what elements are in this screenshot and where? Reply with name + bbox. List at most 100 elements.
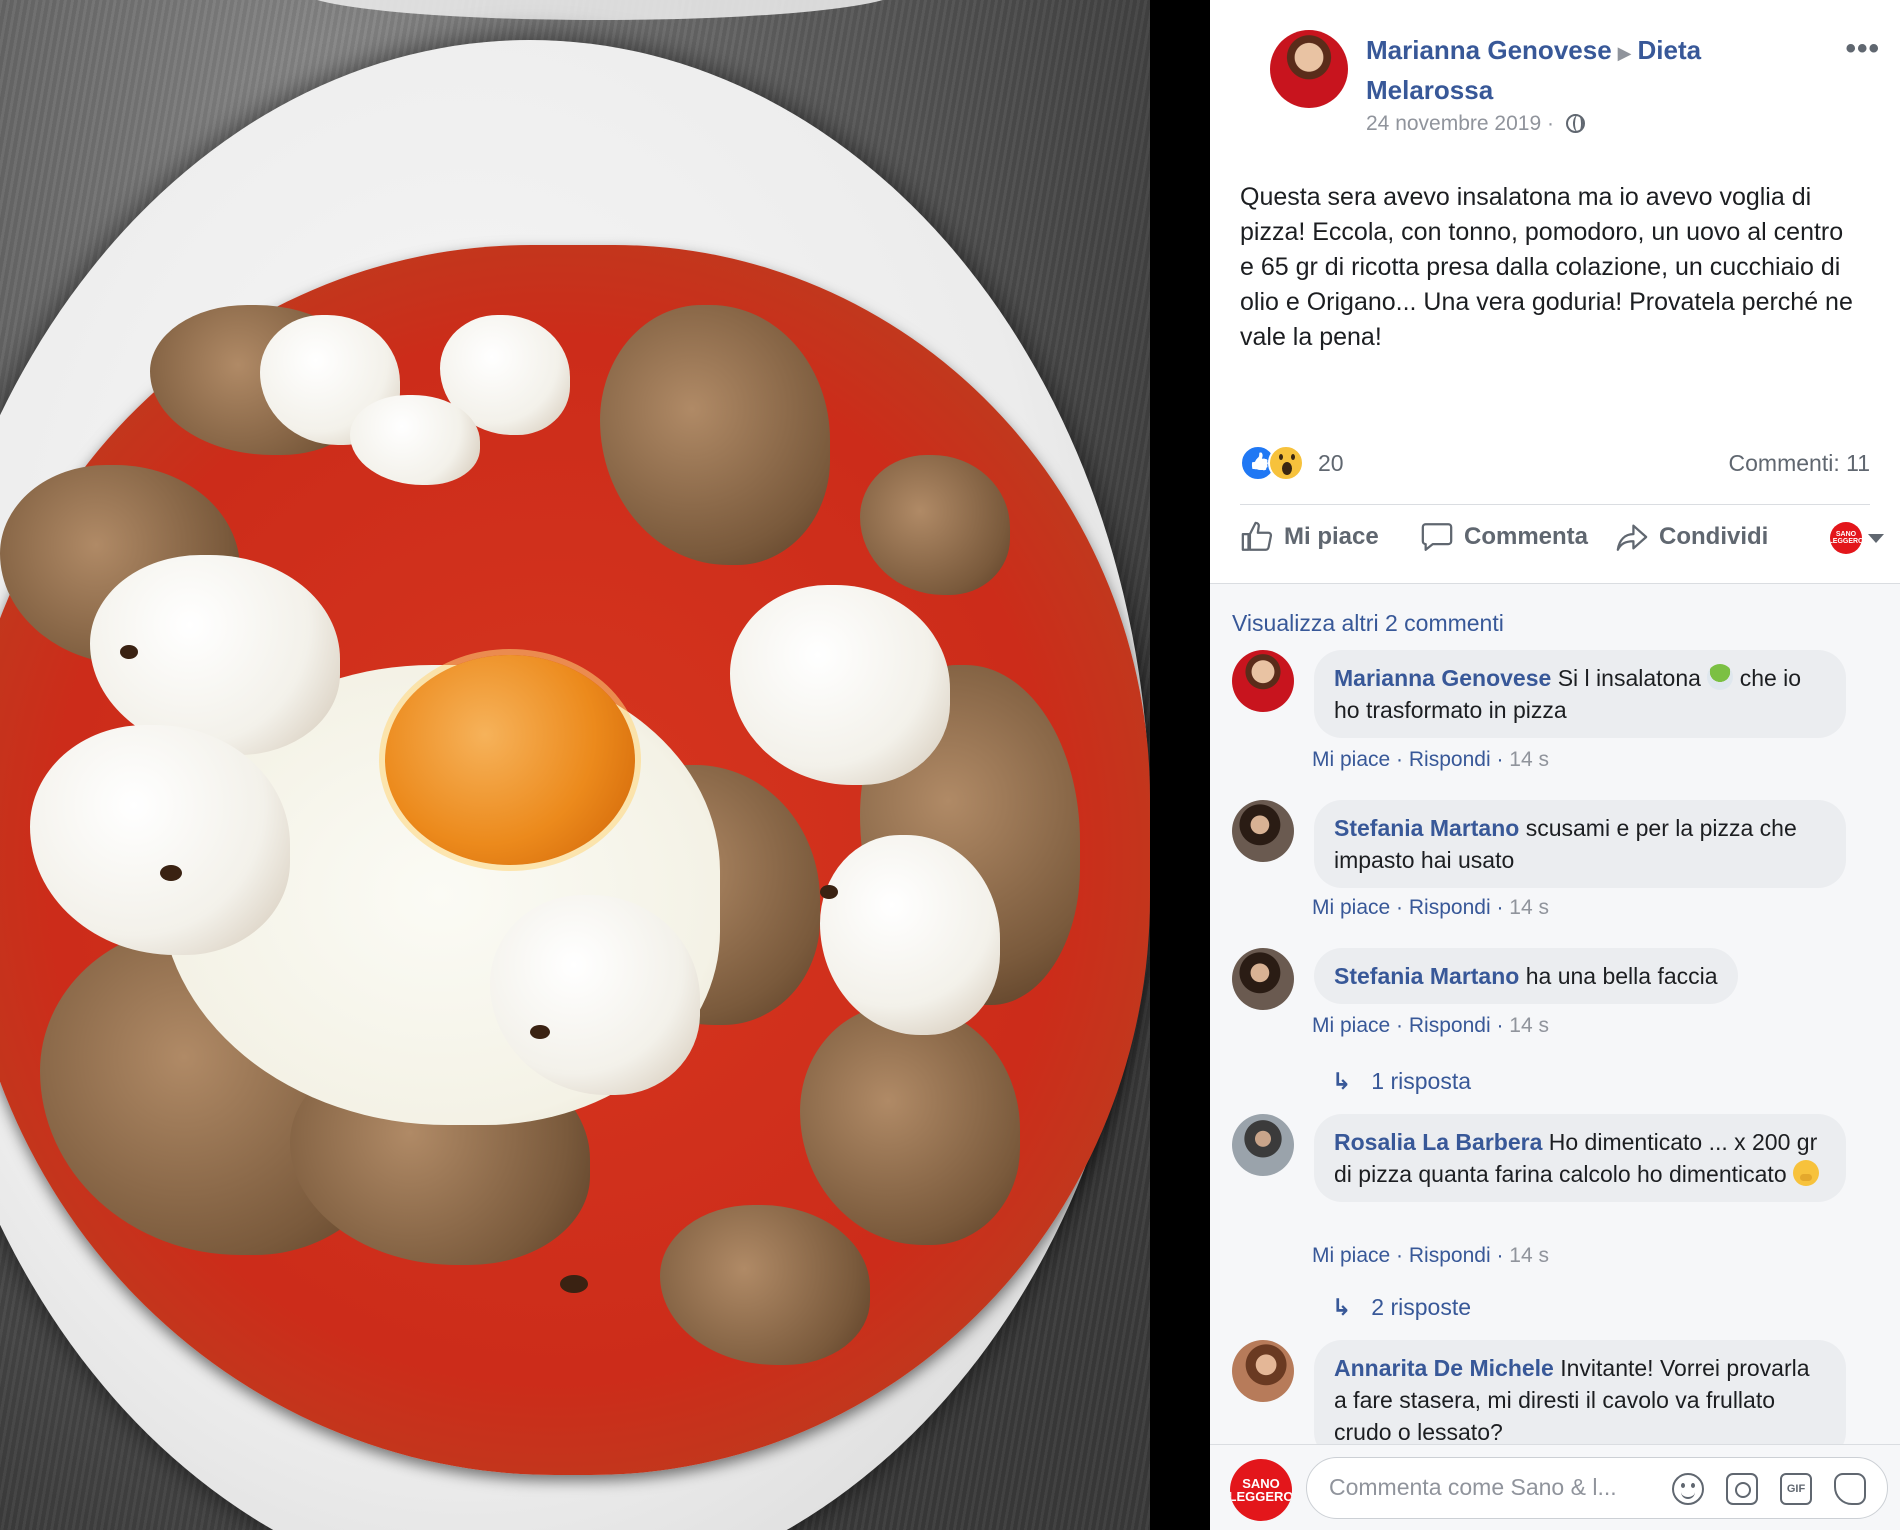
share-button[interactable]: Condividi (1615, 520, 1768, 554)
post-panel: Marianna Genovese ▶ Dieta Melarossa 24 nov… (1210, 0, 1900, 1530)
view-more-comments-link[interactable]: Visualizza altri 2 commenti (1232, 610, 1504, 637)
chevron-down-icon (1868, 533, 1884, 543)
comment-meta-separator: · (1396, 896, 1404, 919)
comment-time[interactable]: 14 s (1509, 748, 1549, 771)
comment-meta: Mi piace · Rispondi · 14 s (1312, 748, 1549, 772)
comments-section: Visualizza altri 2 commenti Marianna Gen… (1210, 584, 1900, 1444)
reactions-bar[interactable]: 20 Commenti: 11 (1240, 445, 1870, 485)
tuna-topping (860, 455, 1010, 595)
comment-reply-link[interactable]: Rispondi (1409, 1014, 1491, 1037)
post-header: Marianna Genovese ▶ Dieta Melarossa 24 nov… (1240, 30, 1880, 150)
brand-logo-line2: LEGGERO (1230, 1489, 1292, 1504)
comment-bubble: Stefania Martano ha una bella faccia (1314, 948, 1738, 1004)
post-actions: Mi piace Commenta Condividi SANO LEGGERO (1240, 520, 1884, 570)
more-icon[interactable]: ••• (1845, 32, 1880, 66)
post-author-link[interactable]: Marianna Genovese (1366, 35, 1612, 65)
share-label: Condividi (1659, 523, 1769, 550)
gif-icon[interactable]: GIF (1780, 1473, 1812, 1505)
sticker-icon[interactable] (1834, 1473, 1866, 1505)
comment-bubble: Stefania Martano scusami e per la pizza … (1314, 800, 1846, 888)
post-author-line: Marianna Genovese ▶ Dieta Melarossa (1366, 32, 1786, 109)
brand-logo-line1: SANO (1835, 531, 1857, 538)
comment-label: Commenta (1464, 523, 1589, 550)
brand-avatar: SANO LEGGERO (1830, 522, 1862, 554)
ricotta-topping (820, 835, 1000, 1035)
comment-time[interactable]: 14 s (1509, 1244, 1549, 1267)
salad-emoji-icon (1707, 664, 1734, 690)
triangle-right-icon: ▶ (1617, 43, 1632, 63)
thumbs-up-icon (1241, 521, 1273, 551)
reply-arrow-icon: ↳ (1332, 1294, 1352, 1320)
comment-meta-separator: · (1496, 1014, 1504, 1037)
composer-tools: GIF (1672, 1473, 1866, 1505)
share-arrow-icon (1616, 524, 1648, 551)
egg-yolk (385, 655, 635, 865)
comment-bubble: Marianna Genovese Si l insalatona che io… (1314, 650, 1846, 738)
tuna-topping (800, 1005, 1020, 1245)
burn-mark (160, 865, 182, 881)
comment-like-link[interactable]: Mi piace (1312, 748, 1390, 771)
replies-count: 1 risposta (1371, 1068, 1471, 1094)
comment-like-link[interactable]: Mi piace (1312, 1244, 1390, 1267)
comments-count[interactable]: Commenti: 11 (1729, 450, 1870, 477)
comment-time[interactable]: 14 s (1509, 896, 1549, 919)
comment-like-link[interactable]: Mi piace (1312, 1014, 1390, 1037)
comment-reply-link[interactable]: Rispondi (1409, 1244, 1491, 1267)
comment-meta: Mi piace · Rispondi · 14 s (1312, 1244, 1549, 1268)
like-button[interactable]: Mi piace (1240, 520, 1379, 554)
burn-mark (820, 885, 838, 899)
comment-author[interactable]: Stefania Martano (1334, 963, 1519, 989)
comment-reply-link[interactable]: Rispondi (1409, 748, 1491, 771)
ricotta-topping (30, 725, 290, 955)
tuna-topping (600, 305, 830, 565)
brand-logo-line2: LEGGERO (1830, 538, 1862, 545)
view-replies-link[interactable]: ↳ 1 risposta (1332, 1068, 1471, 1095)
comment-meta-separator: · (1496, 896, 1504, 919)
comment-meta: Mi piace · Rispondi · 14 s (1312, 896, 1549, 920)
comment-meta-separator: · (1496, 748, 1504, 771)
post-date[interactable]: 24 novembre 2019 (1366, 112, 1541, 135)
view-replies-link[interactable]: ↳ 2 risposte (1332, 1294, 1471, 1321)
comment-meta-separator: · (1396, 1014, 1404, 1037)
comment-like-link[interactable]: Mi piace (1312, 896, 1390, 919)
like-label: Mi piace (1284, 523, 1379, 550)
comment-author[interactable]: Stefania Martano (1334, 815, 1519, 841)
comment-author[interactable]: Annarita De Michele (1334, 1355, 1554, 1381)
comment-bubble: Annarita De Michele Invitante! Vorrei pr… (1314, 1340, 1846, 1444)
comment-text: ha una bella faccia (1525, 963, 1718, 989)
comment-time[interactable]: 14 s (1509, 1014, 1549, 1037)
burn-mark (530, 1025, 550, 1039)
camera-icon[interactable] (1726, 1473, 1758, 1505)
comment-meta: Mi piace · Rispondi · 14 s (1312, 1014, 1549, 1038)
comment-author[interactable]: Rosalia La Barbera (1334, 1129, 1542, 1155)
post-photo[interactable] (0, 0, 1150, 1530)
reaction-count[interactable]: 20 (1318, 450, 1344, 477)
commenter-avatar[interactable] (1232, 800, 1294, 862)
commenter-avatar[interactable] (1232, 650, 1294, 712)
burn-mark (560, 1275, 588, 1293)
comment-text: Si l insalatona (1557, 665, 1701, 691)
comment-button[interactable]: Commenta (1420, 520, 1588, 554)
replies-count: 2 risposte (1371, 1294, 1471, 1320)
commenter-avatar[interactable] (1232, 1114, 1294, 1176)
ricotta-topping (350, 395, 480, 485)
commenter-avatar[interactable] (1232, 948, 1294, 1010)
comment-author[interactable]: Marianna Genovese (1334, 665, 1551, 691)
comment-composer: SANO LEGGERO Commenta come Sano & l... G… (1210, 1444, 1900, 1530)
comment-reply-link[interactable]: Rispondi (1409, 896, 1491, 919)
pizza (0, 245, 1150, 1475)
tuna-topping (660, 1205, 870, 1365)
author-avatar[interactable] (1270, 30, 1348, 108)
emoji-icon[interactable] (1672, 1473, 1704, 1505)
globe-icon[interactable] (1565, 114, 1585, 133)
burn-mark (120, 645, 138, 659)
post-text: Questa sera avevo insalatona ma io avevo… (1240, 183, 1853, 351)
speech-bubble-icon (1421, 523, 1453, 551)
page-selector[interactable]: SANO LEGGERO (1830, 522, 1884, 554)
commenter-avatar[interactable] (1232, 1340, 1294, 1402)
embarrassed-emoji-icon (1793, 1160, 1820, 1186)
comment-meta-separator: · (1396, 1244, 1404, 1267)
ricotta-topping (730, 585, 950, 785)
divider (1240, 504, 1870, 505)
comment-meta-separator: · (1496, 1244, 1504, 1267)
